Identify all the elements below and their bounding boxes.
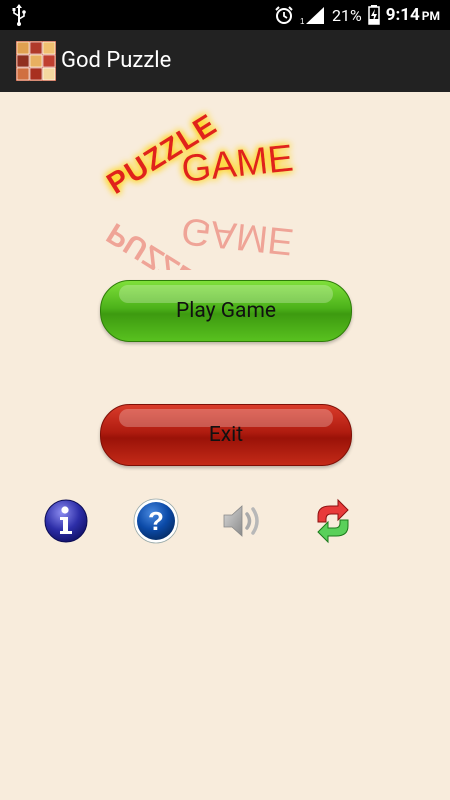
usb-icon <box>12 4 26 26</box>
svg-text:1: 1 <box>300 17 305 25</box>
play-game-label: Play Game <box>175 299 277 323</box>
logo-game-reflection: GAME <box>180 209 296 262</box>
action-bar: God Puzzle <box>0 30 450 92</box>
icon-row: ? <box>0 498 450 548</box>
exit-label: Exit <box>208 423 244 447</box>
battery-charging-icon <box>367 5 380 25</box>
info-icon[interactable] <box>43 498 89 544</box>
signal-icon: 1 <box>300 7 324 25</box>
app-icon[interactable] <box>16 41 56 81</box>
alarm-icon <box>275 6 293 24</box>
clock: 9:14 PM <box>386 5 440 25</box>
sound-icon[interactable] <box>220 498 266 544</box>
refresh-icon[interactable] <box>310 498 356 544</box>
play-game-button[interactable]: Play Game <box>100 280 352 342</box>
help-icon[interactable]: ? <box>133 498 179 544</box>
app-title: God Puzzle <box>61 48 172 73</box>
exit-button[interactable]: Exit <box>100 404 352 466</box>
status-bar: 1 21% 9:14 PM <box>0 0 450 30</box>
clock-time: 9:14 <box>385 5 420 25</box>
clock-meridiem: PM <box>421 9 440 23</box>
battery-percent: 21% <box>331 5 362 25</box>
svg-text:?: ? <box>148 506 164 536</box>
puzzle-game-logo: PUZZLE GAME PUZZLE GAME <box>101 108 296 270</box>
